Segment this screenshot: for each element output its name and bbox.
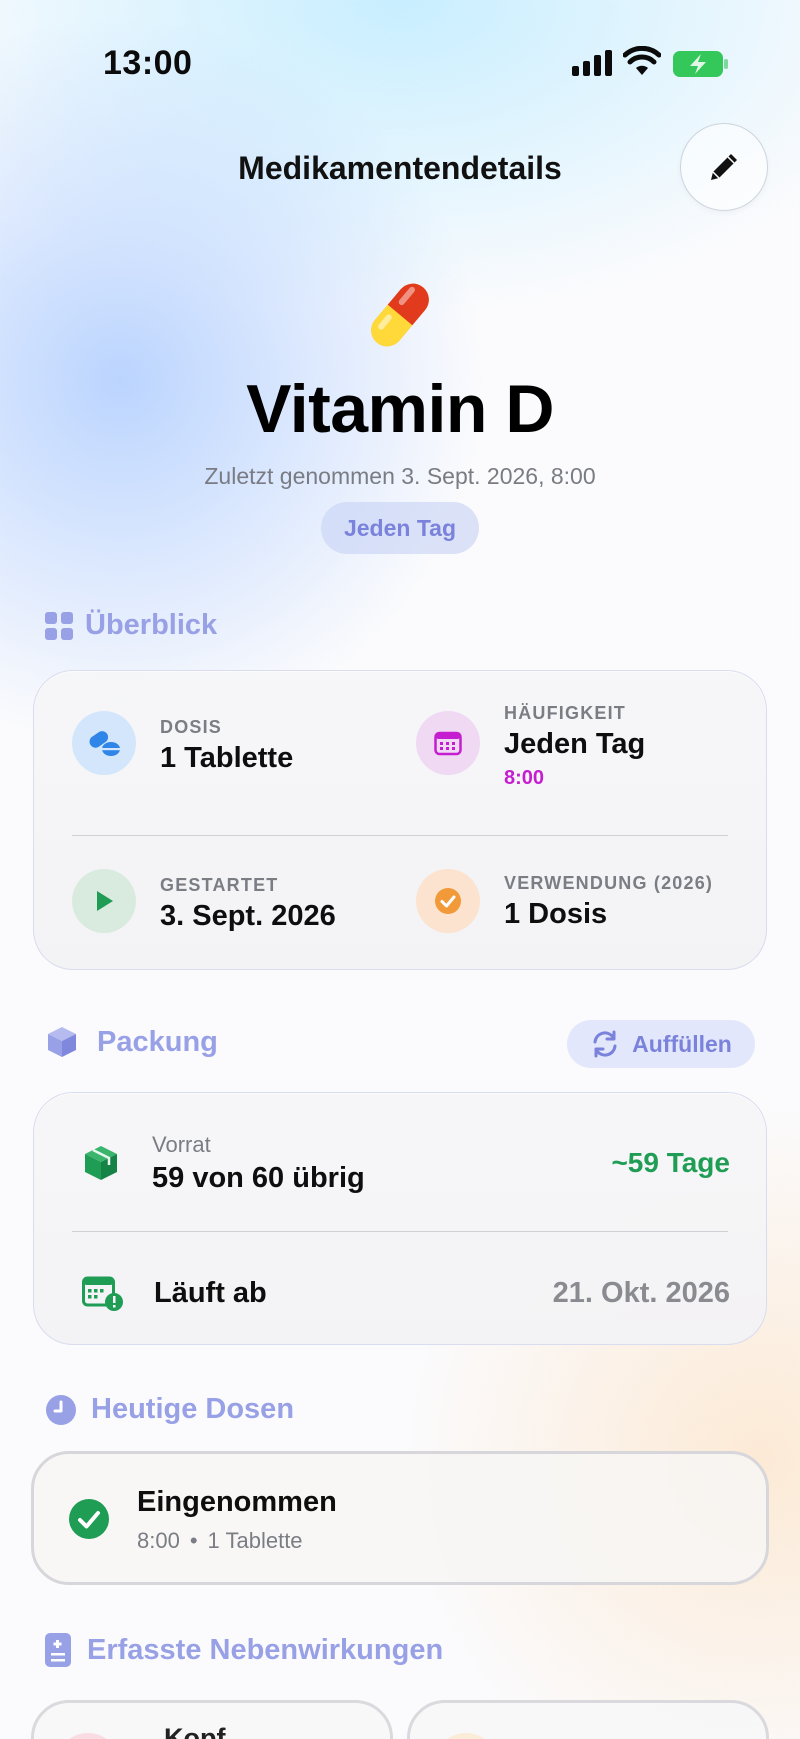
supply-row: Vorrat 59 von 60 übrig ~59 Tage (34, 1131, 768, 1194)
pills-icon (72, 711, 136, 775)
checkmark-circle-icon (69, 1499, 109, 1539)
side-effect-icon-bg (434, 1733, 498, 1739)
package-icon (85, 1146, 117, 1180)
supply-value: 59 von 60 übrig (152, 1161, 365, 1194)
pill-icon (371, 283, 429, 347)
usage-item: VERWENDUNG (2026) 1 Dosis (416, 869, 713, 933)
started-item: GESTARTET 3. Sept. 2026 (72, 869, 336, 933)
dose-label: DOSIS (160, 717, 223, 737)
side-effect-card[interactable] (407, 1700, 769, 1739)
expiry-row: Läuft ab 21. Okt. 2026 (34, 1263, 768, 1323)
supply-days: ~59 Tage (611, 1147, 730, 1178)
frequency-item: HÄUFIGKEIT Jeden Tag 8:00 (416, 703, 646, 790)
today-section-header: Heutige Dosen (45, 1393, 294, 1426)
frequency-label: HÄUFIGKEIT (504, 703, 626, 723)
dose-entry-card[interactable]: Eingenommen 8:00 • 1 Tablette (31, 1451, 769, 1585)
expiry-label: Läuft ab (154, 1276, 267, 1309)
box-icon (48, 1027, 76, 1057)
edit-button[interactable] (680, 123, 768, 211)
separator-dot: • (189, 1528, 198, 1553)
dose-status: Eingenommen (137, 1486, 337, 1518)
pack-title: Packung (97, 1025, 218, 1058)
checkmark-circle-icon (416, 869, 480, 933)
refresh-icon (593, 1030, 617, 1058)
frequency-value: Jeden Tag (504, 728, 646, 760)
side-effects-title: Erfasste Nebenwirkungen (87, 1633, 444, 1666)
cellular-signal-icon (572, 50, 612, 76)
calendar-alert-icon (82, 1276, 123, 1311)
started-label: GESTARTET (160, 875, 279, 895)
expiry-value: 21. Okt. 2026 (552, 1276, 730, 1309)
pencil-icon (711, 154, 737, 180)
side-effects-section-header: Erfasste Nebenwirkungen (45, 1633, 443, 1667)
play-icon (72, 869, 136, 933)
overview-title: Überblick (85, 609, 218, 641)
dose-item: DOSIS 1 Tablette (72, 711, 293, 775)
status-time: 13:00 (103, 44, 193, 82)
refill-button[interactable]: Auffüllen (567, 1020, 755, 1068)
wifi-icon (623, 46, 661, 75)
side-effect-card[interactable]: Kopf (31, 1700, 393, 1739)
frequency-chip: Jeden Tag (321, 502, 479, 554)
dose-amount: 1 Tablette (207, 1528, 303, 1553)
started-value: 3. Sept. 2026 (160, 900, 336, 932)
dose-time: 8:00 (137, 1528, 180, 1553)
side-effect-icon-bg (56, 1733, 120, 1739)
pack-card: Vorrat 59 von 60 übrig ~59 Tage Läuft ab… (33, 1092, 767, 1345)
grid-icon (45, 611, 73, 640)
usage-label: VERWENDUNG (2026) (504, 873, 714, 893)
today-title: Heutige Dosen (91, 1393, 295, 1425)
dose-value: 1 Tablette (160, 742, 294, 774)
overview-card: DOSIS 1 Tablette HÄUFIGKEIT Jeden Tag 8:… (33, 670, 767, 970)
frequency-time: 8:00 (504, 767, 545, 789)
clipboard-icon (45, 1633, 71, 1667)
clock-icon (46, 1394, 76, 1425)
divider (72, 835, 728, 836)
refill-label: Auffüllen (632, 1030, 732, 1057)
usage-value: 1 Dosis (504, 898, 608, 930)
divider (72, 1231, 728, 1232)
calendar-icon (416, 711, 480, 775)
battery-charging-icon (673, 51, 728, 77)
medication-name: Vitamin D (246, 371, 554, 447)
dose-details: 8:00 • 1 Tablette (137, 1528, 303, 1554)
overview-section-header: Überblick (45, 609, 217, 642)
pack-section-header: Packung (45, 1025, 218, 1059)
supply-label: Vorrat (152, 1131, 211, 1157)
side-effect-label: Kopf (164, 1723, 226, 1739)
last-taken-text: Zuletzt genommen 3. Sept. 2026, 8:00 (204, 463, 596, 489)
